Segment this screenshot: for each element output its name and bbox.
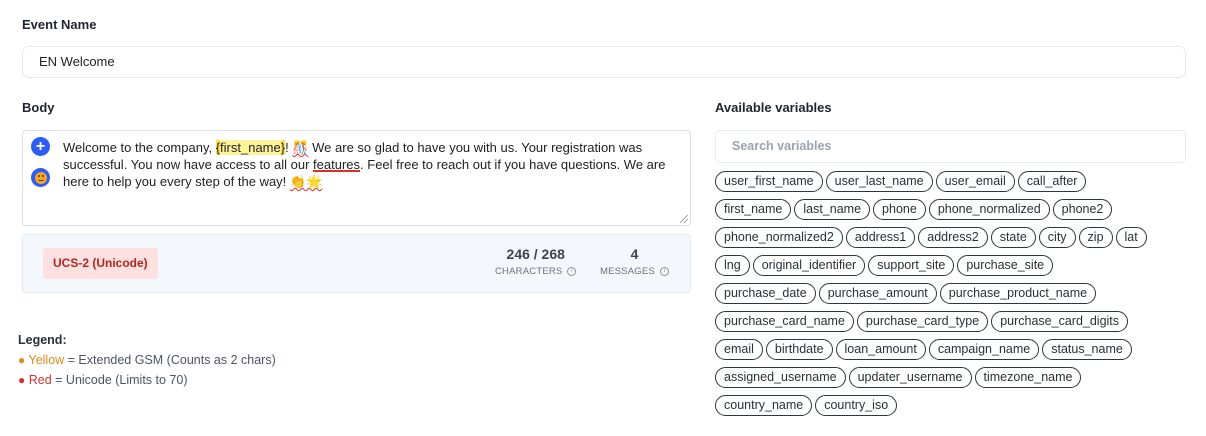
resize-handle[interactable] xyxy=(680,215,688,223)
variable-chip-row: email birthdate loan_amount campaign_name st… xyxy=(715,339,1195,360)
variable-chip[interactable]: country_name xyxy=(715,395,813,416)
event-name-label: Event Name xyxy=(22,17,97,32)
variable-chip[interactable]: purchase_date xyxy=(715,283,816,304)
emoji-icon xyxy=(34,171,47,184)
variable-chip[interactable]: birthdate xyxy=(765,339,833,360)
variable-chip-row: phone_normalized2 address1 address2 state ci… xyxy=(715,227,1195,248)
variable-chip[interactable]: phone2 xyxy=(1052,199,1113,220)
emoji-confetti: 🎊 xyxy=(292,140,309,155)
characters-label: CHARACTERS xyxy=(495,266,563,277)
variable-chip[interactable]: phone_normalized xyxy=(928,199,1050,220)
encoding-badge: UCS-2 (Unicode) xyxy=(43,248,158,279)
emoji-button[interactable] xyxy=(31,168,50,187)
variable-chip[interactable]: support_site xyxy=(868,255,955,276)
available-variables-label: Available variables xyxy=(715,100,832,115)
characters-stat: 246 / 268 CHARACTERS i xyxy=(495,246,577,279)
variable-token: first_name xyxy=(220,140,281,155)
plus-icon: + xyxy=(35,137,46,155)
legend-yellow-desc: = Extended GSM (Counts as 2 chars) xyxy=(64,353,276,367)
legend-yellow: ● Yellow = Extended GSM (Counts as 2 cha… xyxy=(18,350,276,370)
variable-chip[interactable]: purchase_card_name xyxy=(715,311,854,332)
variable-chip[interactable]: status_name xyxy=(1042,339,1132,360)
characters-count: 246 / 268 xyxy=(506,246,565,262)
variable-chip[interactable]: updater_username xyxy=(848,367,972,388)
variable-chip[interactable]: address2 xyxy=(918,227,988,248)
variable-chip[interactable]: state xyxy=(990,227,1036,248)
variable-chip[interactable]: purchase_amount xyxy=(818,283,937,304)
info-icon[interactable]: i xyxy=(567,266,577,276)
variable-chip[interactable]: lat xyxy=(1115,227,1147,248)
variable-chip[interactable]: assigned_username xyxy=(715,367,846,388)
variable-chip[interactable]: phone_normalized2 xyxy=(715,227,843,248)
variable-chip[interactable]: purchase_card_type xyxy=(856,311,989,332)
legend-red-word: Red xyxy=(28,373,52,387)
body-text-segment: Welcome to the company, xyxy=(63,140,216,155)
variable-chip-row: purchase_date purchase_amount purchase_pro… xyxy=(715,283,1195,304)
body-textarea[interactable]: + Welcome to the company, {first_name}! … xyxy=(22,130,691,226)
legend: Legend: ● Yellow = Extended GSM (Counts … xyxy=(18,330,276,390)
legend-yellow-word: Yellow xyxy=(28,353,65,367)
variable-chip[interactable]: address1 xyxy=(845,227,916,248)
variable-chip[interactable]: city xyxy=(1038,227,1076,248)
yellow-dot-icon: ● xyxy=(18,353,26,367)
body-label: Body xyxy=(22,100,55,115)
variable-chip[interactable]: country_iso xyxy=(815,395,898,416)
message-stats-bar: UCS-2 (Unicode) 246 / 268 CHARACTERS i 4 … xyxy=(22,234,691,293)
legend-red-desc: = Unicode (Limits to 70) xyxy=(51,373,188,387)
variable-chip[interactable]: purchase_card_digits xyxy=(991,311,1129,332)
variable-chip[interactable]: phone xyxy=(873,199,926,220)
variable-chip[interactable]: original_identifier xyxy=(752,255,866,276)
messages-stat: 4 MESSAGES i xyxy=(600,246,669,279)
messages-count: 4 xyxy=(630,246,639,262)
variable-chip[interactable]: purchase_product_name xyxy=(939,283,1097,304)
search-variables-input[interactable]: Search variables xyxy=(715,130,1186,163)
variable-chip[interactable]: timezone_name xyxy=(974,367,1082,388)
variable-chip[interactable]: user_first_name xyxy=(715,171,823,192)
legend-title: Legend: xyxy=(18,333,67,347)
variable-chip[interactable]: user_email xyxy=(935,171,1015,192)
variable-chip-row: first_name last_name phone phone_normalized… xyxy=(715,199,1195,220)
variable-chip-row: country_name country_iso xyxy=(715,395,1195,416)
emoji-clap-star: 👏🌟 xyxy=(289,174,323,189)
legend-red: ● Red = Unicode (Limits to 70) xyxy=(18,370,276,390)
variable-chip[interactable]: call_after xyxy=(1017,171,1087,192)
variable-chip[interactable]: user_last_name xyxy=(825,171,933,192)
variable-chip-row: lng original_identifier support_site purcha… xyxy=(715,255,1195,276)
variable-chip-row: assigned_username updater_username timezon… xyxy=(715,367,1195,388)
variable-chip[interactable]: purchase_site xyxy=(957,255,1054,276)
variable-chip[interactable]: zip xyxy=(1078,227,1113,248)
variable-chip[interactable]: last_name xyxy=(794,199,871,220)
variable-chip[interactable]: lng xyxy=(715,255,750,276)
variable-chip[interactable]: first_name xyxy=(715,199,792,220)
event-name-input[interactable]: EN Welcome xyxy=(22,46,1186,78)
body-text[interactable]: Welcome to the company, {first_name}! 🎊 … xyxy=(63,139,679,190)
variable-chip[interactable]: loan_amount xyxy=(835,339,926,360)
messages-label: MESSAGES xyxy=(600,266,655,277)
variable-chip-row: user_first_name user_last_name user_email c… xyxy=(715,171,1195,192)
variable-chip[interactable]: email xyxy=(715,339,763,360)
red-dot-icon: ● xyxy=(18,373,26,387)
variable-chip[interactable]: campaign_name xyxy=(928,339,1040,360)
spellcheck-word: features xyxy=(313,157,361,172)
add-variable-button[interactable]: + xyxy=(31,137,50,156)
variable-chip-row: purchase_card_name purchase_card_type purc… xyxy=(715,311,1195,332)
info-icon[interactable]: i xyxy=(659,266,669,276)
variable-chip-list: user_first_name user_last_name user_email c… xyxy=(715,171,1195,423)
